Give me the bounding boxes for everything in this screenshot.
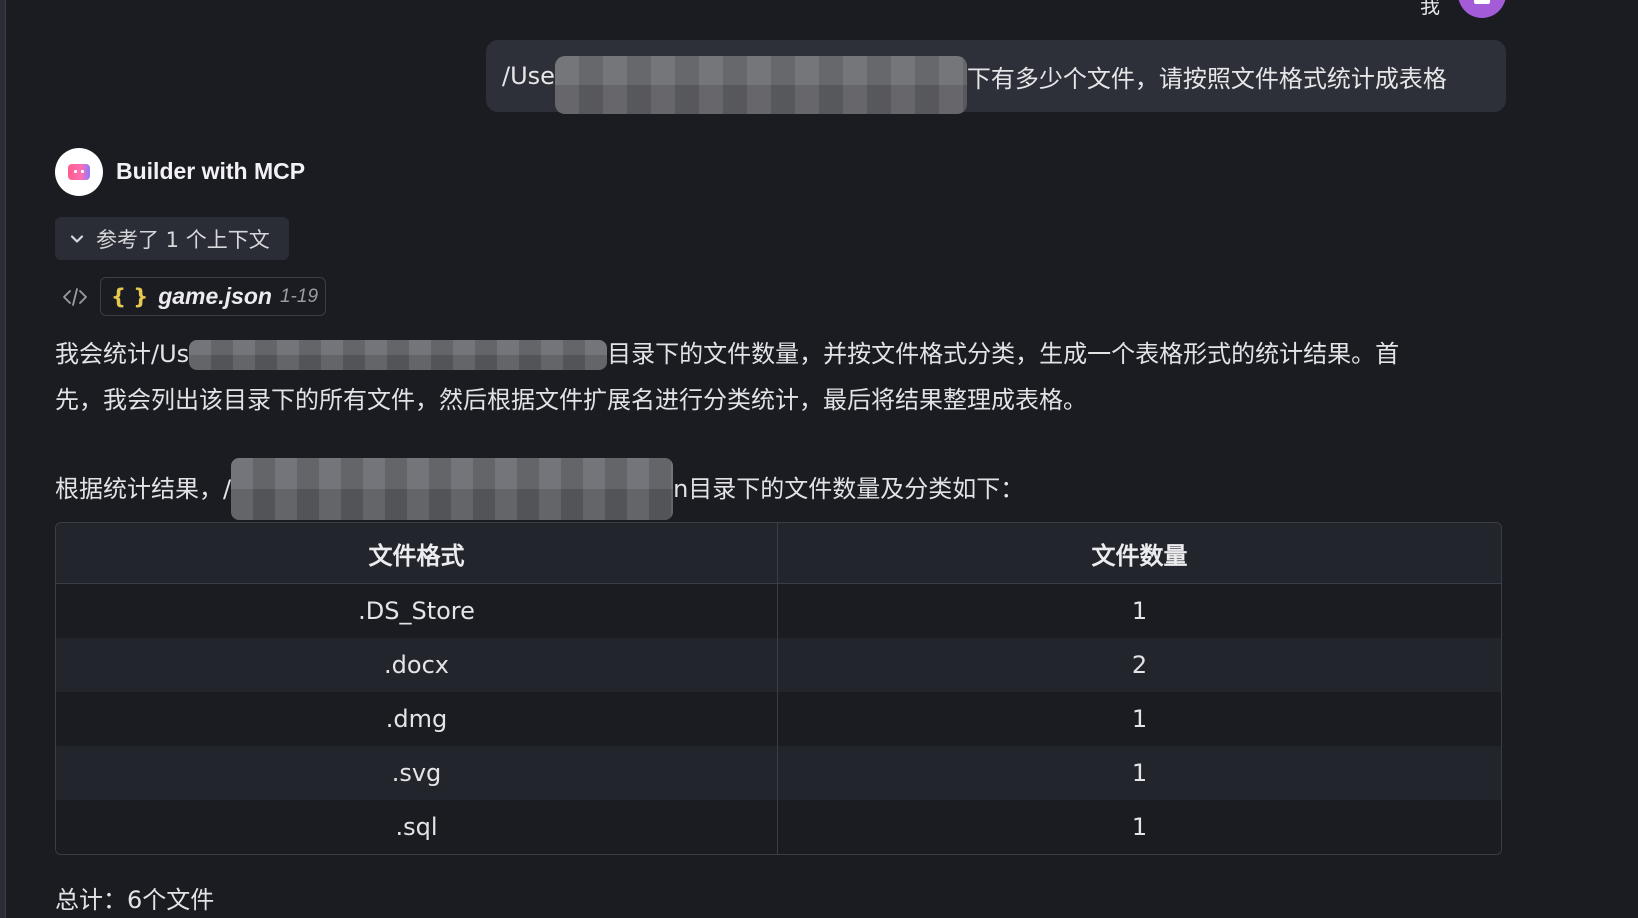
table-cell-count: 1 xyxy=(778,584,1501,638)
code-icon xyxy=(63,288,87,306)
table-header: 文件格式 xyxy=(56,523,778,584)
table-cell-format: .svg xyxy=(56,746,778,800)
user-message-suffix: 下有多少个文件，请按照文件格式统计成表格 xyxy=(966,64,1447,93)
redacted-path xyxy=(189,340,608,370)
user-message-bubble: /Use 下有多少个文件，请按照文件格式统计成表格 xyxy=(486,40,1506,114)
response-paragraph-2: 先，我会列出该目录下的所有文件，然后根据文件扩展名进行分类统计，最后将结果整理成… xyxy=(55,386,1087,414)
table-row: .dmg 1 xyxy=(56,692,1501,746)
assistant-name: Builder with MCP xyxy=(116,158,306,184)
para3-suffix: n目录下的文件数量及分类如下： xyxy=(673,475,1025,503)
table-cell-format: .DS_Store xyxy=(56,584,778,638)
json-file-icon: { } xyxy=(111,284,149,309)
context-toggle[interactable]: 参考了 1 个上下文 xyxy=(55,217,289,260)
redacted-path xyxy=(231,458,674,520)
response-paragraph-3: 根据统计结果，/ n目录下的文件数量及分类如下： xyxy=(55,458,1025,520)
table-cell-format: .sql xyxy=(56,800,778,854)
user-name: 我 xyxy=(1420,0,1440,18)
total-summary: 总计：6个文件 xyxy=(55,886,215,914)
redacted-path xyxy=(554,56,967,114)
table-cell-format: .dmg xyxy=(56,692,778,746)
user-icon xyxy=(1474,0,1490,4)
para1-suffix: 目录下的文件数量，并按文件格式分类，生成一个表格形式的统计结果。首 xyxy=(607,340,1400,368)
table-cell-count: 1 xyxy=(778,746,1501,800)
file-name: game.json xyxy=(158,283,272,309)
user-avatar[interactable] xyxy=(1458,0,1506,18)
table-cell-format: .docx xyxy=(56,638,778,692)
table-header-row: 文件格式 文件数量 xyxy=(56,523,1501,584)
file-line-range: 1-19 xyxy=(279,285,319,307)
table-cell-count: 2 xyxy=(778,638,1501,692)
table-cell-count: 1 xyxy=(778,692,1501,746)
table-header: 文件数量 xyxy=(778,523,1501,584)
chevron-down-icon xyxy=(70,234,84,243)
user-message-prefix: /Use xyxy=(502,62,555,90)
window-edge xyxy=(0,0,6,918)
file-stats-table: 文件格式 文件数量 .DS_Store 1 .docx 2 .dmg 1 .sv… xyxy=(55,522,1502,855)
para3-prefix: 根据统计结果，/ xyxy=(55,475,232,503)
context-label: 参考了 1 个上下文 xyxy=(96,227,270,252)
file-reference-chip[interactable]: { } game.json 1-19 xyxy=(100,277,326,316)
table-row: .docx 2 xyxy=(56,638,1501,692)
table-row: .DS_Store 1 xyxy=(56,584,1501,638)
para1-prefix: 我会统计/Us xyxy=(55,340,190,368)
assistant-avatar xyxy=(55,148,103,196)
table-cell-count: 1 xyxy=(778,800,1501,854)
response-paragraph-1: 我会统计/Us 目录下的文件数量，并按文件格式分类，生成一个表格形式的统计结果。首 xyxy=(55,334,1399,370)
table-row: .svg 1 xyxy=(56,746,1501,800)
robot-icon xyxy=(68,164,90,180)
table-row: .sql 1 xyxy=(56,800,1501,854)
